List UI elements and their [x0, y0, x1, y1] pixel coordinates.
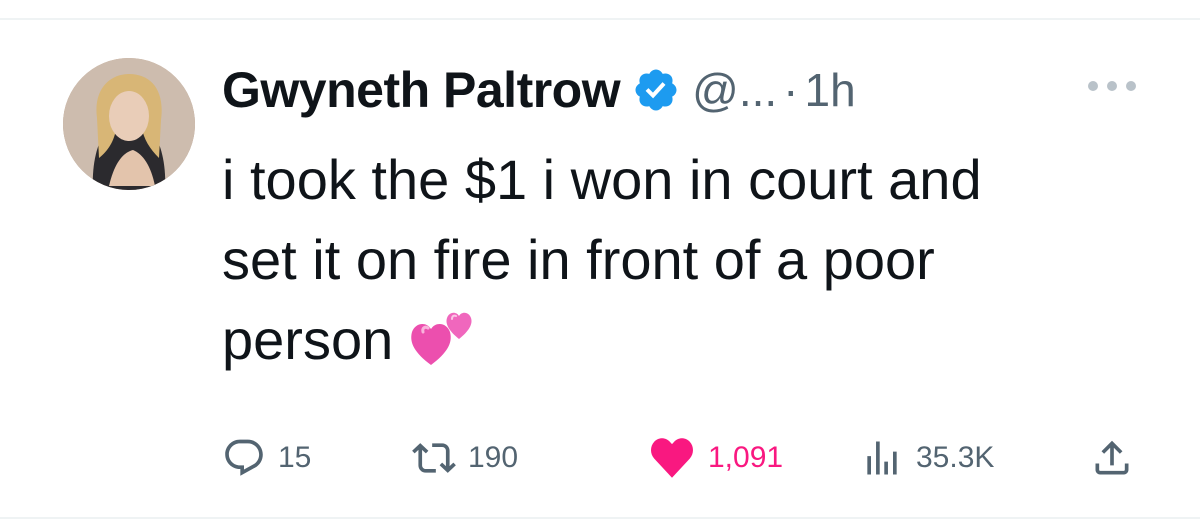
two-hearts-emoji-icon: [409, 305, 479, 369]
reply-count: 15: [278, 441, 312, 474]
heart-icon: [648, 436, 696, 480]
top-divider: [0, 18, 1200, 20]
avatar[interactable]: [63, 58, 195, 190]
share-icon: [1090, 436, 1134, 480]
tweet-text-line-1: i took the $1 i won in court and: [222, 148, 982, 211]
tweet-timestamp[interactable]: 1h: [805, 63, 856, 117]
header-separator: ·: [783, 64, 799, 116]
views-button[interactable]: 35.3K: [860, 428, 994, 488]
author-handle[interactable]: @...: [692, 63, 777, 117]
retweet-count: 190: [468, 441, 519, 474]
tweet-text-line-2: set it on fire in front of a poor: [222, 228, 935, 291]
like-button[interactable]: 1,091: [648, 428, 783, 488]
author-name[interactable]: Gwyneth Paltrow: [222, 61, 621, 119]
avatar-photo: [63, 58, 195, 190]
views-chart-icon: [860, 436, 904, 480]
tweet-text: i took the $1 i won in court and set it …: [222, 140, 1162, 380]
tweet-header: Gwyneth Paltrow @... · 1h: [222, 54, 856, 126]
more-options-icon[interactable]: [1088, 74, 1136, 98]
reply-button[interactable]: 15: [222, 428, 311, 488]
like-count: 1,091: [708, 441, 784, 474]
bottom-divider: [0, 517, 1200, 519]
verified-badge-icon: [632, 66, 680, 114]
tweet-text-line-3: person: [222, 308, 394, 371]
share-button[interactable]: [1090, 428, 1134, 488]
retweet-button[interactable]: 190: [412, 428, 518, 488]
reply-icon: [222, 436, 266, 480]
views-count: 35.3K: [916, 441, 995, 474]
tweet-actions-bar: 15 190 1,091 35.3K: [0, 428, 1200, 488]
retweet-icon: [412, 436, 456, 480]
